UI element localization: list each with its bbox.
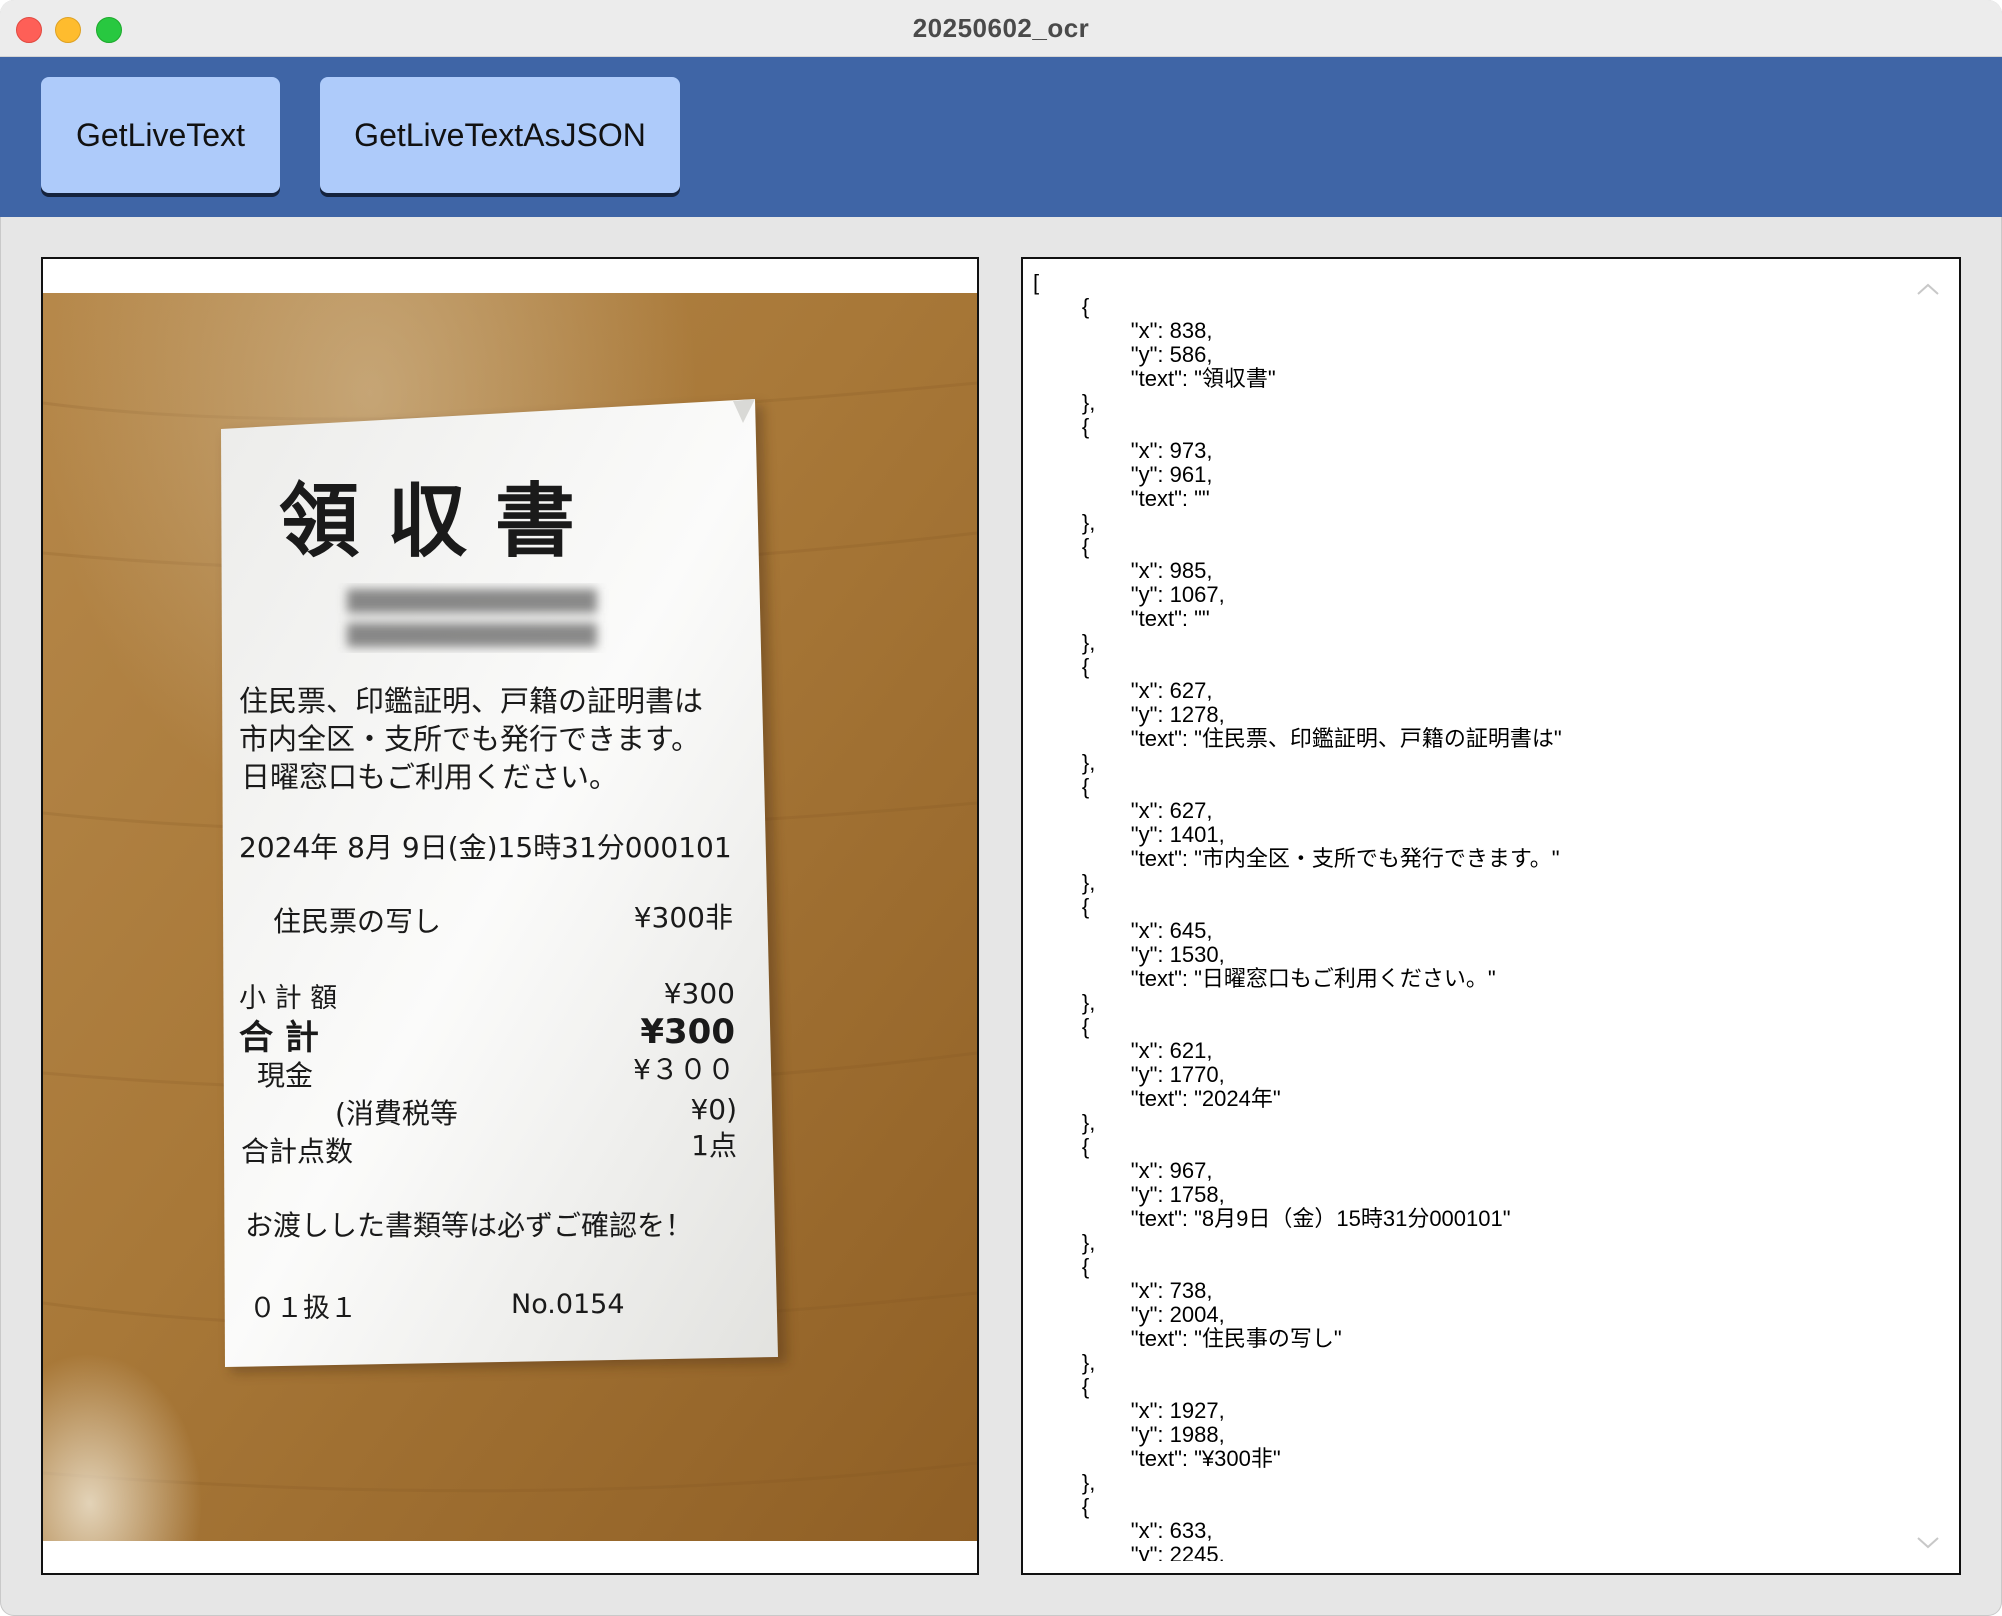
receipt-tax-label: (消費税等 (335, 1097, 458, 1130)
image-view: 領 収 書 住民票、印鑑証明、戸籍の証明書は 市内全区・支所でも発行できます。 … (41, 257, 979, 1575)
get-live-text-as-json-button[interactable]: GetLiveTextAsJSON (320, 77, 680, 193)
receipt-total-label: 合 計 (239, 1018, 319, 1058)
receipt-code: ０１扱１ (249, 1293, 357, 1324)
receipt-cash-label: 現金 (257, 1059, 313, 1092)
receipt-notice-line1: 住民票、印鑑証明、戸籍の証明書は (239, 684, 703, 718)
receipt-photo: 領 収 書 住民票、印鑑証明、戸籍の証明書は 市内全区・支所でも発行できます。 … (43, 293, 977, 1541)
receipt-reminder: お渡しした書類等は必ずご確認を！ (245, 1209, 693, 1242)
toolbar: GetLiveText GetLiveTextAsJSON (0, 57, 2002, 217)
receipt-subtotal-value: ¥300 (664, 977, 735, 1010)
get-live-text-button[interactable]: GetLiveText (41, 77, 280, 193)
json-output-textarea[interactable]: [ { "x": 838, "y": 586, "text": "領収書" },… (1021, 257, 1961, 1575)
receipt-notice-line3: 日曜窓口もご利用ください。 (241, 760, 618, 794)
receipt-title: 領 収 書 (279, 474, 575, 568)
app-window: 20250602_ocr GetLiveText GetLiveTextAsJS… (0, 0, 2002, 1616)
receipt-item-price: ¥300非 (634, 901, 733, 934)
receipt-subtotal-label: 小 計 額 (239, 983, 337, 1014)
chevron-up-icon[interactable] (1915, 277, 1941, 303)
title-bar[interactable]: 20250602_ocr (0, 0, 2002, 57)
receipt-total-value: ¥300 (640, 1012, 735, 1052)
receipt-count-value: 1点 (691, 1129, 737, 1162)
receipt-number: No.0154 (511, 1289, 625, 1320)
receipt-cash-value: ¥３００ (633, 1053, 735, 1086)
window-title: 20250602_ocr (912, 13, 1090, 43)
receipt-notice-line2: 市内全区・支所でも発行できます。 (239, 722, 700, 756)
receipt-tax-value: ¥0) (690, 1093, 737, 1126)
receipt-count-label: 合計点数 (241, 1135, 353, 1168)
receipt-datetime: 2024年 8月 9日(金)15時31分000101 (239, 831, 732, 864)
json-output-text[interactable]: [ { "x": 838, "y": 586, "text": "領収書" },… (1033, 271, 1899, 1561)
receipt-item-name: 住民票の写し (273, 905, 441, 938)
chevron-down-icon[interactable] (1915, 1529, 1941, 1555)
